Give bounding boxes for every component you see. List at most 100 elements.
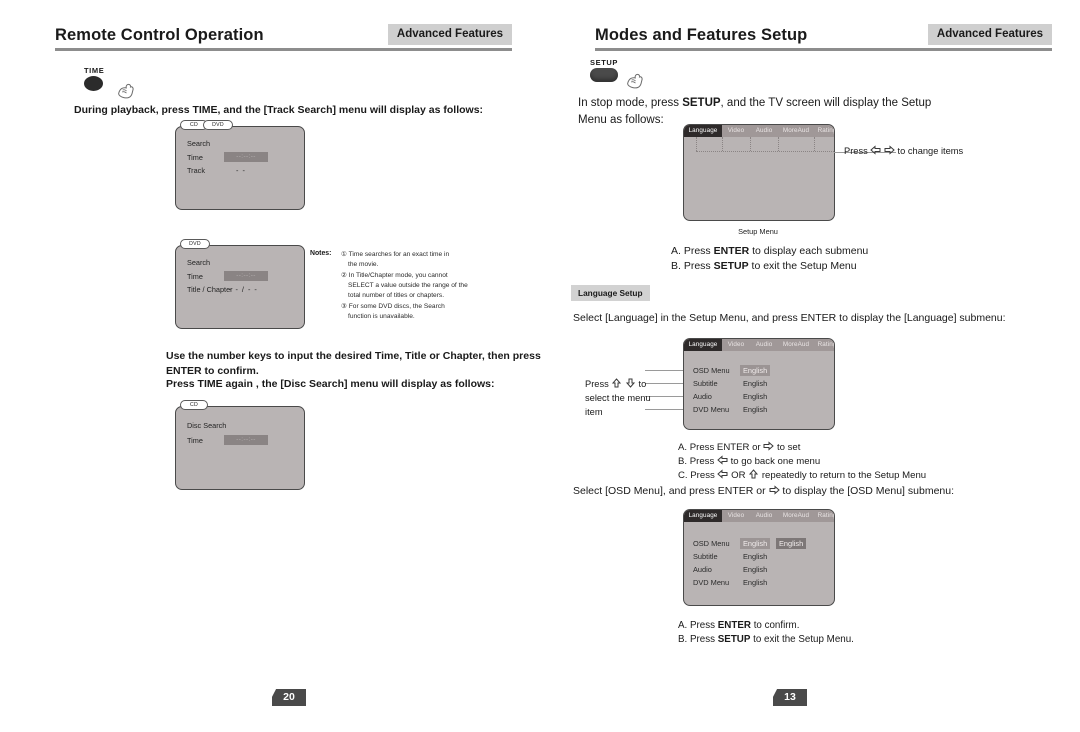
notes-item-3-cont: function is unavailable. [348, 313, 415, 320]
row-label-subtitle: Subtitle [693, 379, 718, 388]
setup-intro-c: , and the TV screen will display the Set… [720, 97, 932, 109]
row-value-osd-menu[interactable]: English [740, 365, 771, 376]
time-key-button [84, 76, 103, 91]
row-value-title-chapter: - - / - - [229, 285, 258, 294]
right-page-header: Modes and Features Setup Advanced Featur… [595, 24, 1052, 56]
tab-video[interactable]: Video [722, 125, 750, 137]
screen-disc-search: CD Disc Search Time --:--:-- [175, 400, 305, 490]
row-value-audio[interactable]: English [743, 391, 767, 402]
callout-change-items: Press to change items [844, 145, 963, 158]
notes-label: Notes: [310, 250, 332, 257]
page-tag-left: 20 [272, 689, 306, 706]
row-value-osd-menu-option[interactable]: English [776, 538, 807, 549]
row-label-search: Search [187, 258, 211, 267]
tab-video[interactable]: Video [722, 339, 750, 351]
right-arrow-icon [763, 441, 775, 451]
step-b-suffix: to go back one menu [730, 456, 821, 467]
row-value-time: --:--:-- [224, 435, 268, 445]
down-arrow-icon [625, 378, 636, 388]
row-value-dvd-menu[interactable]: English [743, 404, 767, 415]
page-title: Modes and Features Setup [595, 26, 808, 44]
step-b-suffix: to exit the Setup Menu [748, 260, 857, 272]
row-label-search: Search [187, 139, 211, 148]
tab-language[interactable]: Language [684, 339, 722, 351]
osd-intro-a: Select [OSD Menu], and press ENTER or [573, 485, 769, 497]
row-value-dvd-menu[interactable]: English [743, 577, 767, 588]
row-label-subtitle: Subtitle [693, 552, 718, 561]
step-a-suffix: to set [776, 442, 801, 453]
row-value-audio[interactable]: English [743, 564, 767, 575]
callout-leader-subtitle [645, 383, 683, 384]
left-arrow-icon [717, 455, 728, 465]
step-b-text: B. Press [678, 456, 717, 467]
header-rule [55, 48, 512, 51]
notes-item-2-cont-b: total number of titles or chapters. [348, 292, 445, 299]
instruction-number-keys: Use the number keys to input the desired… [166, 350, 541, 377]
setup-menu-caption: Setup Menu [738, 227, 778, 236]
notes-item-1-cont: the movie. [348, 261, 379, 268]
step-c-text: C. Press [678, 470, 718, 481]
step-a-prefix: A. Press [678, 620, 718, 631]
tab-moreaud[interactable]: MoreAud [778, 339, 814, 351]
left-page: Remote Control Operation Advanced Featur… [0, 0, 541, 732]
callout-leader-dvd [645, 409, 683, 410]
tab-rating[interactable]: Rating [814, 125, 834, 137]
tab-video[interactable]: Video [722, 510, 750, 522]
tab-audio[interactable]: Audio [750, 339, 778, 351]
tab-language[interactable]: Language [684, 125, 722, 137]
notes-item-2-cont-a: SELECT a value outside the range of the [348, 282, 468, 289]
step-b-prefix: B. Press [671, 260, 714, 272]
tab-audio[interactable]: Audio [750, 510, 778, 522]
language-step-a: A. Press ENTER or to set [678, 440, 800, 455]
page-tag-right: 13 [773, 689, 807, 706]
notes-item-1: ① Time searches for an exact time in [341, 251, 450, 258]
setup-key-inline: SETUP [682, 97, 721, 109]
screen-tab-cd: CD [180, 400, 208, 410]
row-value-time: --:--:-- [224, 152, 268, 162]
row-label-disc-search: Disc Search [187, 421, 227, 430]
tab-rating[interactable]: Rating [814, 339, 834, 351]
step-c-mid: OR [731, 470, 746, 481]
row-label-time: Time [187, 153, 203, 162]
pointing-hand-icon [623, 70, 648, 96]
row-value-subtitle[interactable]: English [743, 551, 767, 562]
osd-step-b: B. Press SETUP to exit the Setup Menu. [678, 632, 854, 647]
tab-audio[interactable]: Audio [750, 125, 778, 137]
osd-menu-intro: Select [OSD Menu], and press ENTER or to… [573, 484, 1043, 499]
step-a-prefix: A. Press [671, 245, 714, 257]
hand-glyph [118, 83, 134, 99]
row-value-time: --:--:-- [224, 271, 268, 281]
tab-moreaud[interactable]: MoreAud [778, 510, 814, 522]
step-b-key: SETUP [713, 260, 749, 272]
page-number: 13 [784, 691, 796, 703]
screen-setup-menu: Language Video Audio MoreAud Rating [683, 124, 835, 221]
callout-leader-audio [645, 396, 683, 397]
screen-language-submenu: Language Video Audio MoreAud Rating OSD … [683, 338, 835, 430]
section-badge: Advanced Features [387, 24, 512, 45]
instruction-press-time-again: Press TIME again , the [Disc Search] men… [166, 378, 495, 390]
tab-rating[interactable]: Rating [814, 510, 834, 522]
track-search-intro: During playback, press TIME, and the [Tr… [74, 104, 484, 116]
setup-key-button [590, 68, 618, 82]
page-number: 20 [283, 691, 295, 703]
notes-item-2: ② In Title/Chapter mode, you cannot [341, 272, 448, 279]
tab-language[interactable]: Language [684, 510, 722, 522]
step-b-key: SETUP [717, 634, 751, 645]
notes-item-3: ③ For some DVD discs, the Search [341, 303, 445, 310]
time-key-illustration: TIME [84, 66, 104, 91]
setup-key-label: SETUP [590, 58, 619, 67]
row-value-subtitle[interactable]: English [743, 378, 767, 389]
right-page: Modes and Features Setup Advanced Featur… [540, 0, 1080, 732]
left-arrow-icon [870, 145, 881, 155]
tab-moreaud[interactable]: MoreAud [778, 125, 814, 137]
language-step-c: C. Press OR repeatedly to return to the … [678, 468, 926, 483]
callout-suffix: to [638, 379, 647, 389]
screen-osd-submenu: Language Video Audio MoreAud Rating OSD … [683, 509, 835, 606]
osd-step-a: A. Press ENTER to confirm. [678, 618, 799, 633]
row-label-time: Time [187, 436, 203, 445]
screen-track-search: CD DVD Search Time --:--:-- Track - - [175, 120, 305, 210]
row-value-osd-menu[interactable]: English [740, 538, 771, 549]
row-label-audio: Audio [693, 565, 712, 574]
step-c-suffix: repeatedly to return to the Setup Menu [761, 470, 927, 481]
page-title: Remote Control Operation [55, 26, 264, 44]
